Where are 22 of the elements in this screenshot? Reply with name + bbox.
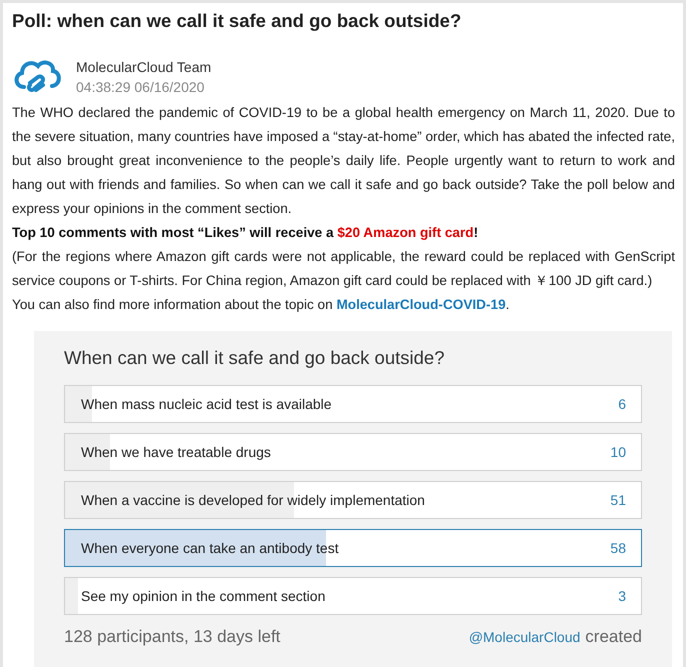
poll-option[interactable]: When a vaccine is developed for widely implementation 51 bbox=[64, 481, 642, 519]
vote-count: 58 bbox=[610, 540, 626, 556]
created-label: created bbox=[585, 627, 642, 647]
poll-option[interactable]: When we have treatable drugs 10 bbox=[64, 433, 642, 471]
post-time: 04:38:29 06/16/2020 bbox=[76, 78, 206, 96]
author-name: MolecularCloud Team bbox=[76, 58, 212, 76]
post-title: Poll: when can we call it safe and go back outside? bbox=[12, 9, 462, 33]
more-info-sentence: You can also find more information about the topic on MolecularCloud-COVID-19. bbox=[12, 296, 510, 314]
creator-link[interactable]: @MolecularCloud bbox=[468, 629, 580, 645]
poll-option[interactable]: When everyone can take an antibody test 58 bbox=[64, 529, 642, 567]
vote-count: 3 bbox=[618, 588, 626, 604]
topic-link[interactable]: MolecularCloud-COVID-19 bbox=[336, 297, 506, 312]
poll-summary: 128 participants, 13 days left bbox=[64, 627, 280, 647]
reward-note: (For the regions where Amazon gift cards were not applicable, the reward could be replaced with GenScript service coupons or T-shirts. For China region, Amazon gift card could be replaced with ￥100 JD gift card.) bbox=[12, 248, 675, 290]
vote-count: 10 bbox=[610, 444, 626, 460]
vote-count: 51 bbox=[610, 492, 626, 508]
prize-sentence: Top 10 comments with most “Likes” will receive a $20 Amazon gift card! bbox=[12, 224, 480, 242]
post-body: The WHO declared the pandemic of COVID-19 to be a global health emergency on March 11, 2020. Due to the severe situation, many countries have imposed a “stay-at-home” order, which has abated the infected rate, but also brought great inconvenience to the people’s daily life. People urgently want to return to work and hang out with friends and families. So when can we call it safe and go back outside? Take the poll below and express your opinions in the comment section. bbox=[12, 104, 675, 218]
poll-option[interactable]: See my opinion in the comment section 3 bbox=[64, 577, 642, 615]
poll-option[interactable]: When mass nucleic acid test is available 6 bbox=[64, 385, 642, 423]
vote-count: 6 bbox=[618, 396, 626, 412]
poll-question: When can we call it safe and go back outside? bbox=[64, 346, 446, 370]
